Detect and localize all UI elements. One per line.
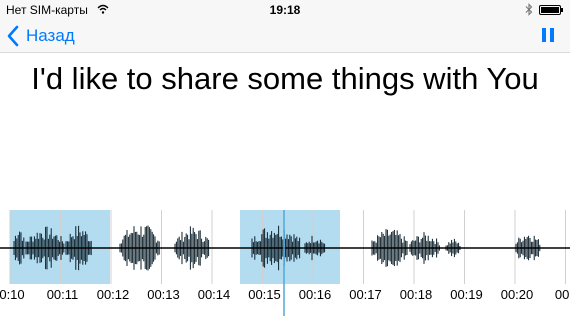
time-tick-label: 00:11 <box>47 287 79 302</box>
time-tick-label: 00:20 <box>501 287 534 302</box>
time-tick-label: 00:15 <box>248 287 281 302</box>
chevron-left-icon <box>7 25 19 47</box>
pause-button[interactable] <box>540 26 556 46</box>
clock: 19:18 <box>269 3 301 17</box>
pause-icon <box>542 28 546 42</box>
time-tick-label: 00:14 <box>198 287 231 302</box>
time-tick-label: 00:12 <box>97 287 130 302</box>
battery-icon <box>539 5 563 15</box>
time-tick-label: 00:18 <box>400 287 433 302</box>
time-tick-label: 00:13 <box>147 287 180 302</box>
waveform-timeline[interactable]: 0:10 00:11 00:12 00:13 00:14 00:15 00:16 00:17 0… <box>0 210 570 321</box>
phrase-text: I'd like to share some things with You <box>31 61 539 96</box>
time-tick-label: 00:2 <box>555 287 570 302</box>
status-bar: Нет SIM-карты 19:18 <box>0 0 570 20</box>
back-button[interactable]: Назад <box>6 24 75 48</box>
time-tick-label: 00:17 <box>349 287 382 302</box>
bluetooth-icon <box>525 3 533 16</box>
back-label: Назад <box>26 26 75 45</box>
time-tick-label: 00:16 <box>299 287 332 302</box>
nav-bar: Назад <box>0 20 570 53</box>
time-tick-label: 00:19 <box>450 287 483 302</box>
time-tick-label: 0:10 <box>0 287 25 302</box>
